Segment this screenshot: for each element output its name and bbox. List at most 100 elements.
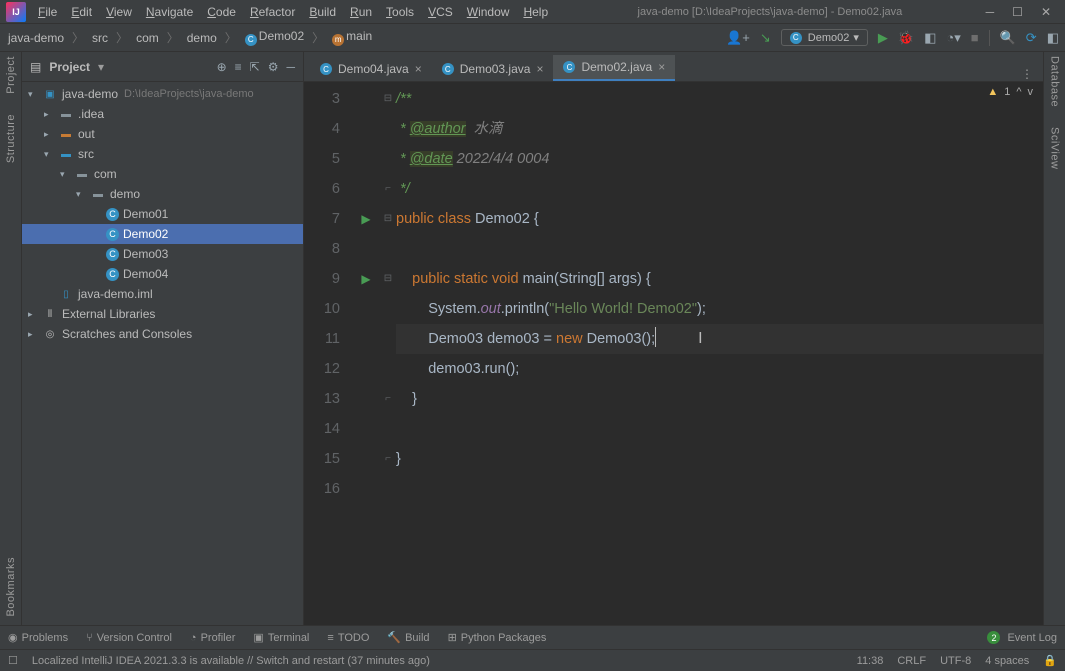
- settings-icon[interactable]: ◧: [1047, 30, 1059, 46]
- problems-tab[interactable]: ◉ Problems: [8, 631, 68, 644]
- code-line[interactable]: * @author 水滴: [396, 114, 1043, 144]
- tree-item[interactable]: CDemo03: [22, 244, 303, 264]
- debug-button[interactable]: 🐞: [898, 30, 914, 46]
- editor-tab[interactable]: CDemo03.java×: [432, 55, 554, 81]
- close-icon[interactable]: ×: [536, 62, 543, 76]
- project-tree[interactable]: ▾▣java-demoD:\IdeaProjects\java-demo▸▬.i…: [22, 82, 303, 625]
- editor-tab[interactable]: CDemo04.java×: [310, 55, 432, 81]
- tree-item[interactable]: ▾▬com: [22, 164, 303, 184]
- breadcrumb-src[interactable]: src: [90, 31, 110, 45]
- sync-icon[interactable]: ⟳: [1026, 30, 1037, 46]
- code-line[interactable]: * @date 2022/4/4 0004: [396, 144, 1043, 174]
- tree-arrow-icon[interactable]: ▾: [76, 189, 90, 200]
- breadcrumb-method[interactable]: mmain: [330, 29, 374, 46]
- search-icon[interactable]: 🔍: [1000, 30, 1016, 46]
- build-tab[interactable]: 🔨 Build: [387, 631, 429, 644]
- tree-arrow-icon[interactable]: ▸: [44, 109, 58, 120]
- collapse-all-icon[interactable]: ⇱: [250, 60, 260, 74]
- code-line[interactable]: public static void main(String[] args) {: [396, 264, 1043, 294]
- database-tool-tab[interactable]: Database: [1049, 56, 1061, 107]
- breadcrumb-pkg[interactable]: demo: [185, 31, 219, 45]
- lock-icon[interactable]: 🔒: [1043, 654, 1057, 667]
- tree-item[interactable]: ▸⫴External Libraries: [22, 304, 303, 324]
- menu-edit[interactable]: Edit: [65, 3, 98, 21]
- tree-arrow-icon[interactable]: ▾: [44, 149, 58, 160]
- sciview-tool-tab[interactable]: SciView: [1049, 127, 1061, 169]
- breadcrumb-pkg[interactable]: com: [134, 31, 161, 45]
- dropdown-icon[interactable]: ▾: [98, 60, 104, 74]
- terminal-tab[interactable]: ▣ Terminal: [253, 631, 309, 644]
- status-indent[interactable]: 4 spaces: [985, 655, 1029, 667]
- build-icon[interactable]: ↘: [760, 30, 771, 46]
- hide-icon[interactable]: ─: [286, 60, 295, 74]
- menu-run[interactable]: Run: [344, 3, 378, 21]
- code-line[interactable]: public class Demo02 {: [396, 204, 1043, 234]
- menu-view[interactable]: View: [100, 3, 138, 21]
- editor-tab[interactable]: CDemo02.java×: [553, 55, 675, 81]
- code-line[interactable]: }: [396, 384, 1043, 414]
- close-icon[interactable]: ×: [658, 60, 665, 74]
- run-gutter[interactable]: ▶▶: [352, 82, 380, 625]
- code-line[interactable]: [396, 414, 1043, 444]
- tree-arrow-icon[interactable]: ▾: [28, 89, 42, 100]
- menu-navigate[interactable]: Navigate: [140, 3, 199, 21]
- profiler-tab[interactable]: ◔ Profiler: [190, 632, 236, 644]
- code-editor[interactable]: ▲ 1 ^ v 345678910111213141516 ▶▶ ⊟⌐⊟⊟⌐⌐ …: [304, 82, 1043, 625]
- coverage-button[interactable]: ◧: [924, 30, 936, 46]
- maximize-button[interactable]: ☐: [1012, 5, 1023, 19]
- tree-item[interactable]: ▸▬out: [22, 124, 303, 144]
- profile-button[interactable]: ◔▾: [946, 30, 960, 46]
- event-log-tab[interactable]: 2Event Log: [987, 631, 1057, 644]
- tree-item[interactable]: ▾▣java-demoD:\IdeaProjects\java-demo: [22, 84, 303, 104]
- tabs-more-icon[interactable]: ⋮: [1011, 67, 1043, 81]
- menu-file[interactable]: File: [32, 3, 63, 21]
- tree-item[interactable]: CDemo04: [22, 264, 303, 284]
- code-line[interactable]: [396, 474, 1043, 504]
- tree-item[interactable]: ▸◎Scratches and Consoles: [22, 324, 303, 344]
- code-line[interactable]: Demo03 demo03 = new Demo03();I: [396, 324, 1043, 354]
- menu-build[interactable]: Build: [303, 3, 342, 21]
- menu-refactor[interactable]: Refactor: [244, 3, 301, 21]
- add-user-icon[interactable]: 👤+: [726, 30, 750, 46]
- tree-item[interactable]: CDemo01: [22, 204, 303, 224]
- close-icon[interactable]: ×: [415, 62, 422, 76]
- tree-item[interactable]: ▯java-demo.iml: [22, 284, 303, 304]
- code-line[interactable]: */: [396, 174, 1043, 204]
- code-line[interactable]: /**: [396, 84, 1043, 114]
- status-line-ending[interactable]: CRLF: [897, 655, 926, 667]
- code-line[interactable]: demo03.run();: [396, 354, 1043, 384]
- structure-tool-tab[interactable]: Structure: [5, 114, 17, 163]
- tree-item[interactable]: CDemo02: [22, 224, 303, 244]
- menu-window[interactable]: Window: [461, 3, 516, 21]
- tree-item[interactable]: ▾▬src: [22, 144, 303, 164]
- status-encoding[interactable]: UTF-8: [940, 655, 971, 667]
- tree-item[interactable]: ▸▬.idea: [22, 104, 303, 124]
- select-opened-icon[interactable]: ⊕: [217, 60, 227, 74]
- code-line[interactable]: System.out.println("Hello World! Demo02"…: [396, 294, 1043, 324]
- menu-tools[interactable]: Tools: [380, 3, 420, 21]
- fold-gutter[interactable]: ⊟⌐⊟⊟⌐⌐: [380, 82, 396, 625]
- run-gutter-icon[interactable]: ▶: [361, 272, 370, 286]
- tree-arrow-icon[interactable]: ▸: [28, 309, 42, 320]
- expand-all-icon[interactable]: ≡: [235, 60, 242, 74]
- code-line[interactable]: }: [396, 444, 1043, 474]
- minimize-button[interactable]: ─: [986, 5, 995, 19]
- tree-arrow-icon[interactable]: ▸: [44, 129, 58, 140]
- tree-item[interactable]: ▾▬demo: [22, 184, 303, 204]
- tree-arrow-icon[interactable]: ▾: [60, 169, 74, 180]
- settings-icon[interactable]: ⚙: [268, 60, 279, 74]
- status-message[interactable]: Localized IntelliJ IDEA 2021.3.3 is avai…: [32, 655, 843, 667]
- vcs-tab[interactable]: ⑂ Version Control: [86, 632, 172, 644]
- status-time[interactable]: 11:38: [857, 655, 884, 667]
- breadcrumb-project[interactable]: java-demo: [6, 31, 66, 45]
- menu-vcs[interactable]: VCS: [422, 3, 459, 21]
- code-line[interactable]: [396, 234, 1043, 264]
- tree-arrow-icon[interactable]: ▸: [28, 329, 42, 340]
- close-button[interactable]: ✕: [1041, 5, 1051, 19]
- project-tool-tab[interactable]: Project: [5, 56, 17, 94]
- python-packages-tab[interactable]: ⊞ Python Packages: [448, 631, 547, 644]
- menu-help[interactable]: Help: [517, 3, 554, 21]
- code-content[interactable]: /** * @author 水滴 * @date 2022/4/4 0004 *…: [396, 82, 1043, 625]
- breadcrumb-class[interactable]: CDemo02: [243, 29, 306, 46]
- status-indicator-icon[interactable]: ☐: [8, 654, 18, 667]
